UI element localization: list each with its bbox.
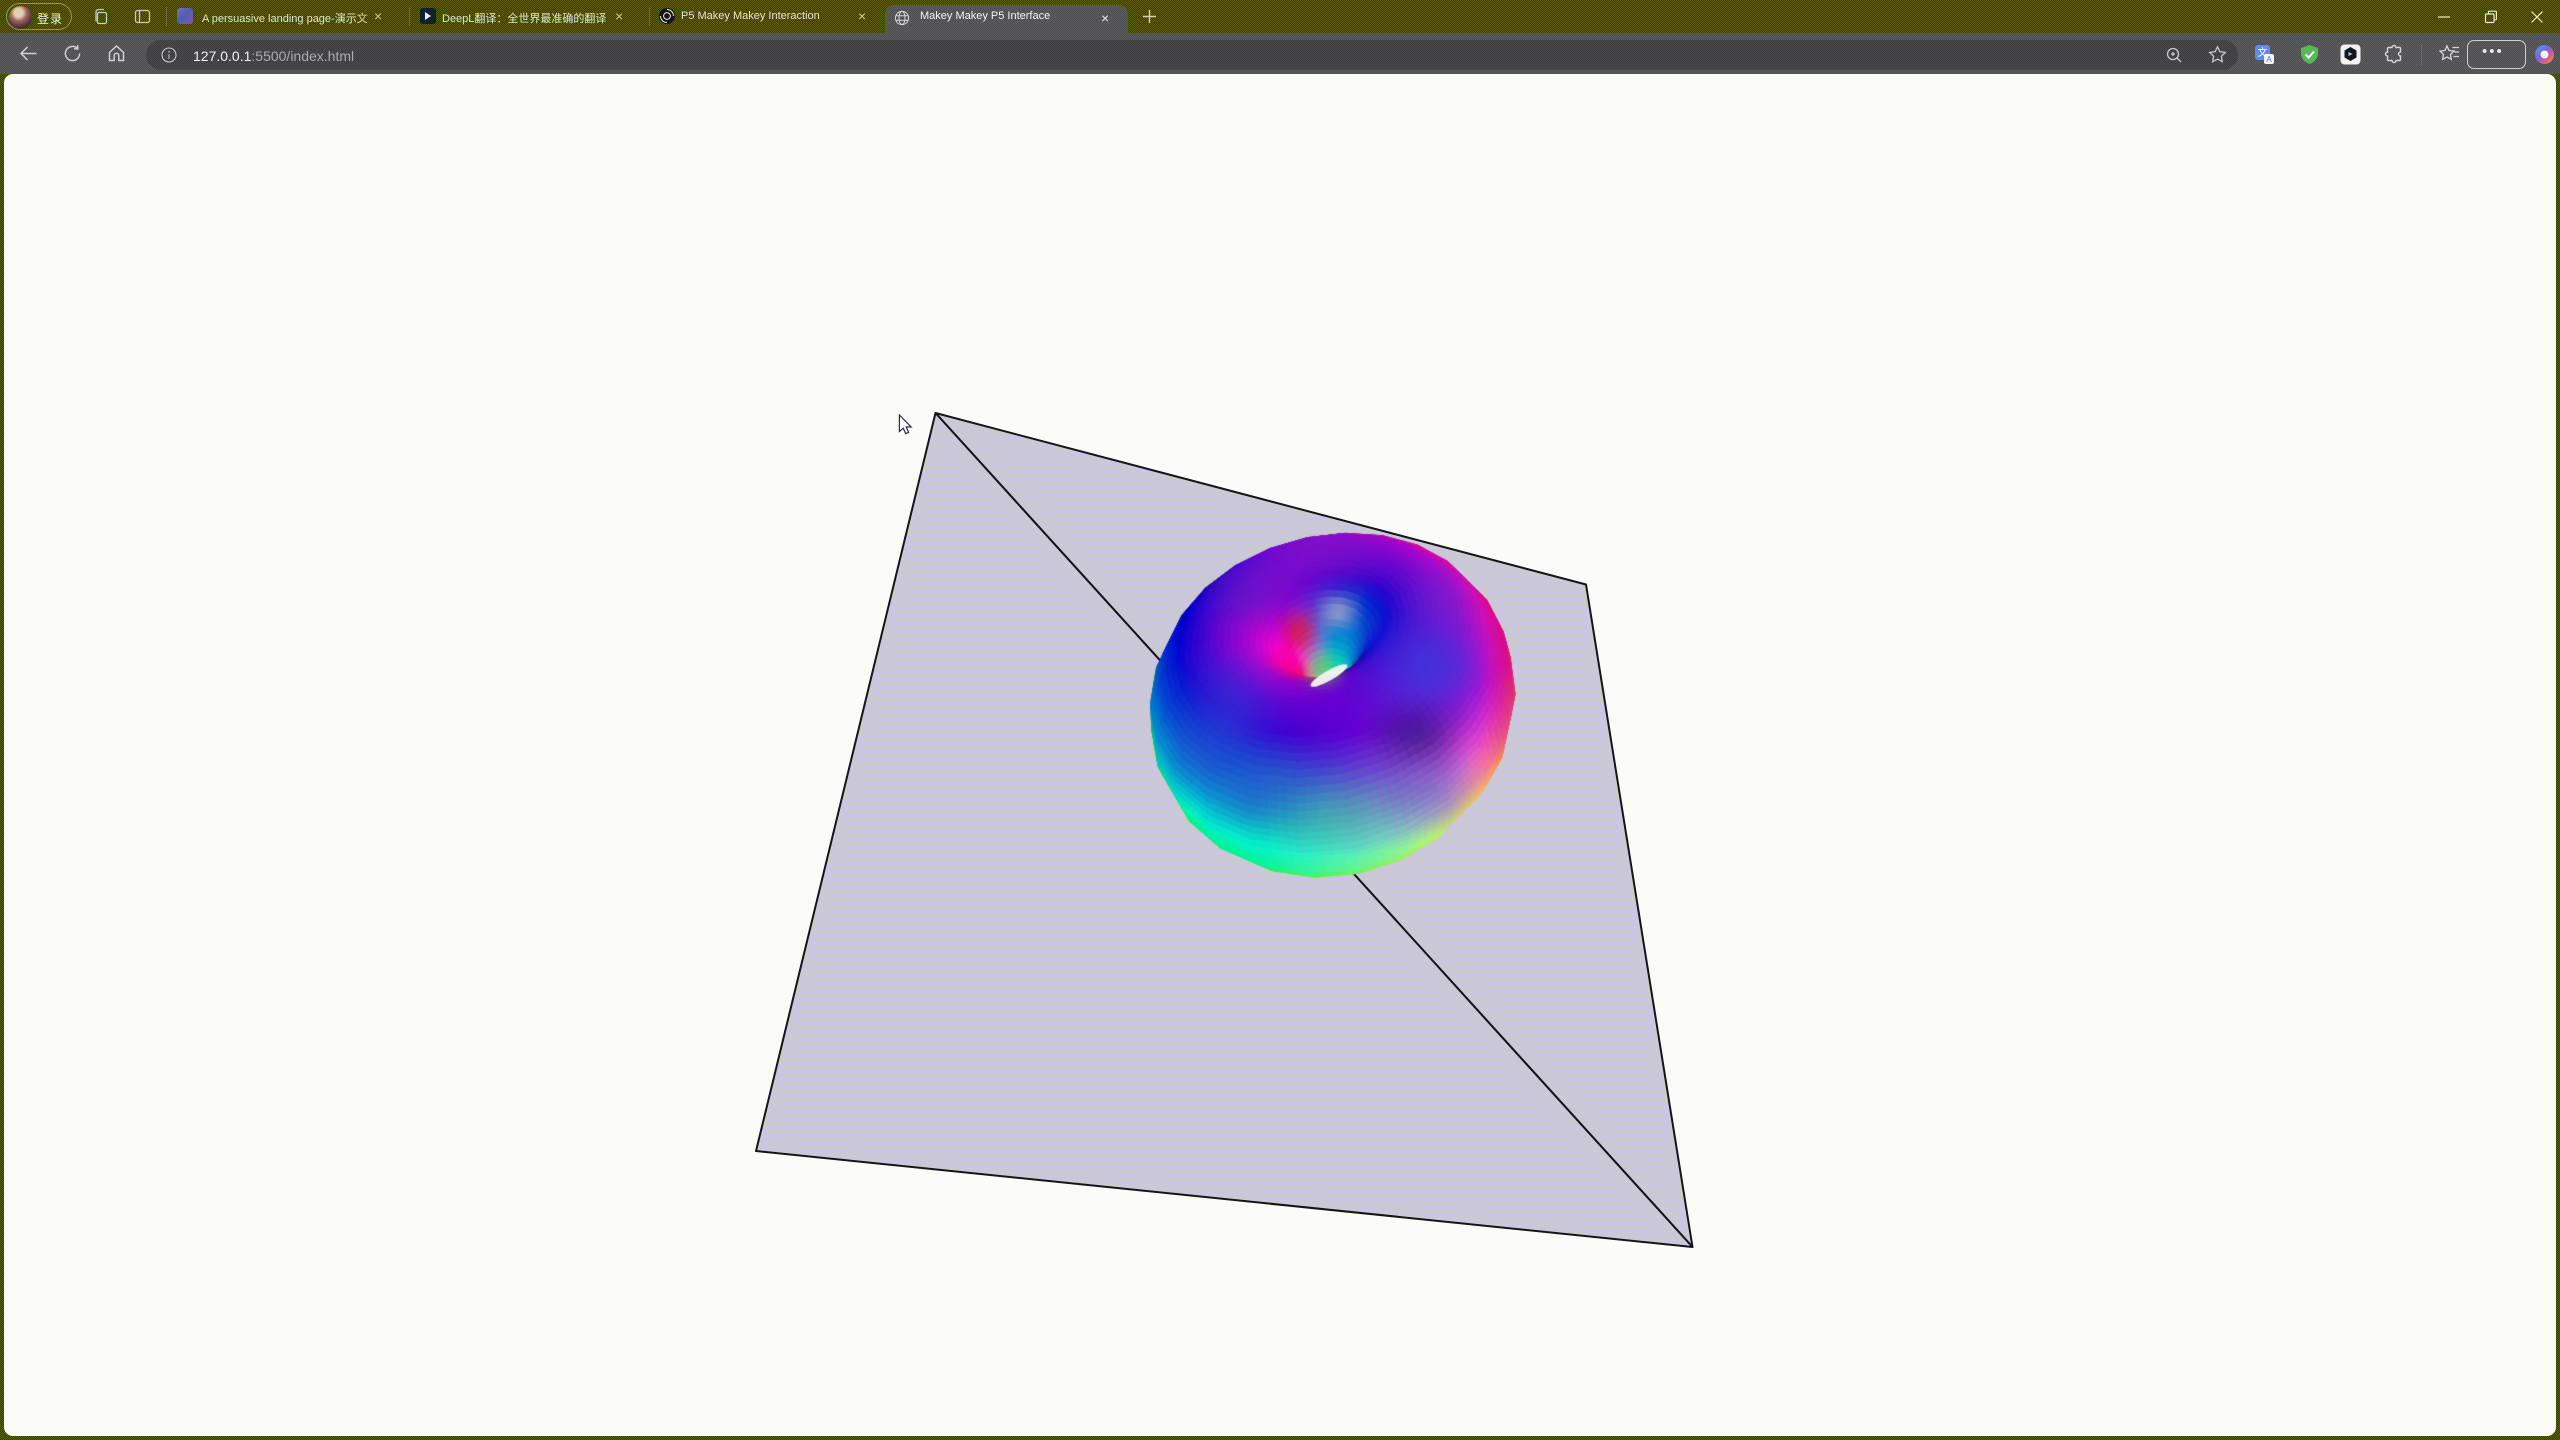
svg-text:A: A: [2266, 55, 2272, 64]
